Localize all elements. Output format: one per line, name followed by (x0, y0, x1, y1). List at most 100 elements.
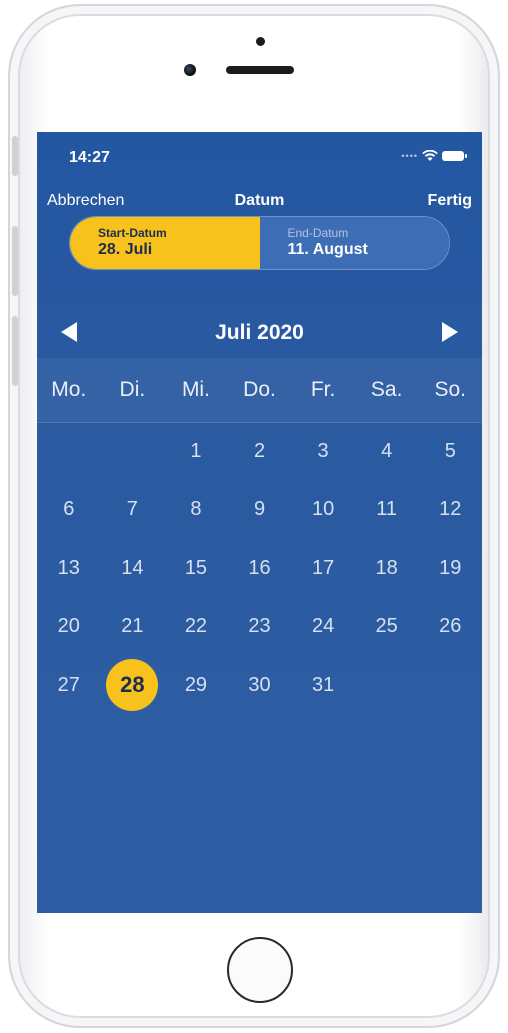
day-cell[interactable]: 7 (101, 481, 165, 540)
day-number: 5 (444, 439, 456, 462)
calendar-week-row: 1 2 3 4 5 (37, 422, 482, 481)
end-date-caption: End-Datum (287, 226, 349, 240)
day-cell[interactable]: 13 (37, 539, 101, 598)
day-number: 24 (311, 615, 335, 638)
day-cell[interactable]: 17 (291, 539, 355, 598)
day-cell[interactable]: 20 (37, 598, 101, 657)
day-cell[interactable]: 15 (164, 539, 228, 598)
day-number: 15 (184, 556, 208, 579)
day-cell[interactable]: 9 (228, 481, 292, 540)
day-number: 11 (376, 498, 398, 521)
end-date-tab[interactable]: End-Datum 11. August (259, 217, 449, 269)
calendar-week-row: 20 21 22 23 24 25 26 (37, 598, 482, 657)
day-number: 9 (253, 498, 266, 521)
selected-day-cell[interactable]: 28 (101, 656, 165, 715)
empty-day-cell (355, 656, 419, 715)
start-date-caption: Start-Datum (98, 226, 167, 240)
day-number: 22 (184, 615, 208, 638)
day-cell[interactable]: 24 (291, 598, 355, 657)
day-number: 19 (439, 556, 462, 579)
weekday-label: Sa. (370, 378, 403, 401)
day-cell[interactable]: 21 (101, 598, 165, 657)
proximity-sensor (256, 37, 265, 46)
day-cell[interactable]: 30 (228, 656, 292, 715)
month-label: Juli 2020 (215, 321, 304, 344)
calendar-week-row: 6 7 8 9 10 11 12 (37, 481, 482, 540)
day-cell[interactable]: 16 (228, 539, 292, 598)
day-number: 10 (311, 498, 335, 521)
weekday-label: So. (434, 378, 467, 401)
day-cell[interactable]: 14 (101, 539, 165, 598)
signal-dots-icon: •••• (401, 151, 418, 161)
day-cell[interactable]: 6 (37, 481, 101, 540)
empty-day-cell (418, 656, 482, 715)
day-number: 26 (439, 615, 462, 638)
day-number: 8 (190, 498, 202, 521)
day-number: 23 (248, 615, 271, 638)
day-cell[interactable]: 29 (164, 656, 228, 715)
calendar-grid: 1 2 3 4 5 6 7 8 9 10 11 12 13 14 15 16 17 18 19 20 21 22 23 24 2… (37, 422, 482, 715)
day-cell[interactable]: 3 (291, 422, 355, 481)
day-number: 17 (311, 556, 335, 579)
day-number: 31 (311, 673, 335, 696)
day-cell[interactable]: 1 (164, 422, 228, 481)
month-navigation: Juli 2020 (37, 312, 482, 358)
done-button[interactable]: Fertig (428, 192, 472, 210)
weekday-header: Mo. Di. Mi. Do. Fr. Sa. So. (37, 358, 482, 423)
wifi-icon (422, 150, 438, 161)
start-date-value: 28. Juli (98, 241, 153, 258)
day-number: 16 (248, 556, 271, 579)
day-cell[interactable]: 12 (418, 481, 482, 540)
empty-day-cell (101, 422, 165, 481)
day-cell[interactable]: 11 (355, 481, 419, 540)
battery-icon (442, 151, 467, 161)
front-camera (184, 64, 196, 76)
day-cell[interactable]: 23 (228, 598, 292, 657)
day-cell[interactable]: 25 (355, 598, 419, 657)
home-button[interactable] (227, 937, 293, 1003)
day-cell[interactable]: 4 (355, 422, 419, 481)
triangle-right-icon[interactable] (442, 322, 458, 342)
weekday-label: Fr. (310, 378, 336, 401)
day-cell[interactable]: 31 (291, 656, 355, 715)
day-cell[interactable]: 5 (418, 422, 482, 481)
volume-down-button (12, 316, 18, 386)
day-number: 30 (248, 673, 271, 696)
day-number: 4 (381, 439, 393, 462)
weekday-label: Do. (243, 378, 276, 401)
weekday-label: Mo. (51, 378, 87, 401)
calendar-week-row: 13 14 15 16 17 18 19 (37, 539, 482, 598)
cancel-button[interactable]: Abbrechen (47, 192, 124, 210)
day-cell[interactable]: 22 (164, 598, 228, 657)
day-number: 28 (106, 659, 159, 712)
day-number: 21 (121, 615, 144, 638)
day-number: 6 (63, 498, 75, 521)
day-number: 3 (317, 439, 329, 462)
weekday-label: Mi. (181, 378, 210, 401)
day-cell[interactable]: 27 (37, 656, 101, 715)
day-number: 7 (126, 498, 138, 521)
day-number: 14 (121, 556, 144, 579)
day-cell[interactable]: 2 (228, 422, 292, 481)
start-date-tab[interactable]: Start-Datum 28. Juli (70, 217, 260, 269)
date-range-selector: Start-Datum 28. Juli End-Datum 11. Augus… (69, 216, 450, 270)
empty-day-cell (37, 422, 101, 481)
day-cell[interactable]: 8 (164, 481, 228, 540)
day-number: 18 (375, 556, 398, 579)
status-icons: •••• (401, 150, 467, 162)
day-number: 13 (57, 556, 80, 579)
day-number: 12 (439, 498, 462, 521)
day-number: 20 (57, 615, 80, 638)
day-cell[interactable]: 19 (418, 539, 482, 598)
day-cell[interactable]: 26 (418, 598, 482, 657)
status-time: 14:27 (69, 149, 110, 166)
earpiece-speaker (226, 66, 294, 74)
day-number: 27 (57, 673, 80, 696)
day-cell[interactable]: 18 (355, 539, 419, 598)
day-number: 25 (375, 615, 398, 638)
end-date-value: 11. August (287, 241, 368, 258)
day-number: 2 (253, 439, 266, 462)
day-cell[interactable]: 10 (291, 481, 355, 540)
calendar-week-row: 27 28 29 30 31 (37, 656, 482, 715)
mute-switch (12, 136, 18, 176)
